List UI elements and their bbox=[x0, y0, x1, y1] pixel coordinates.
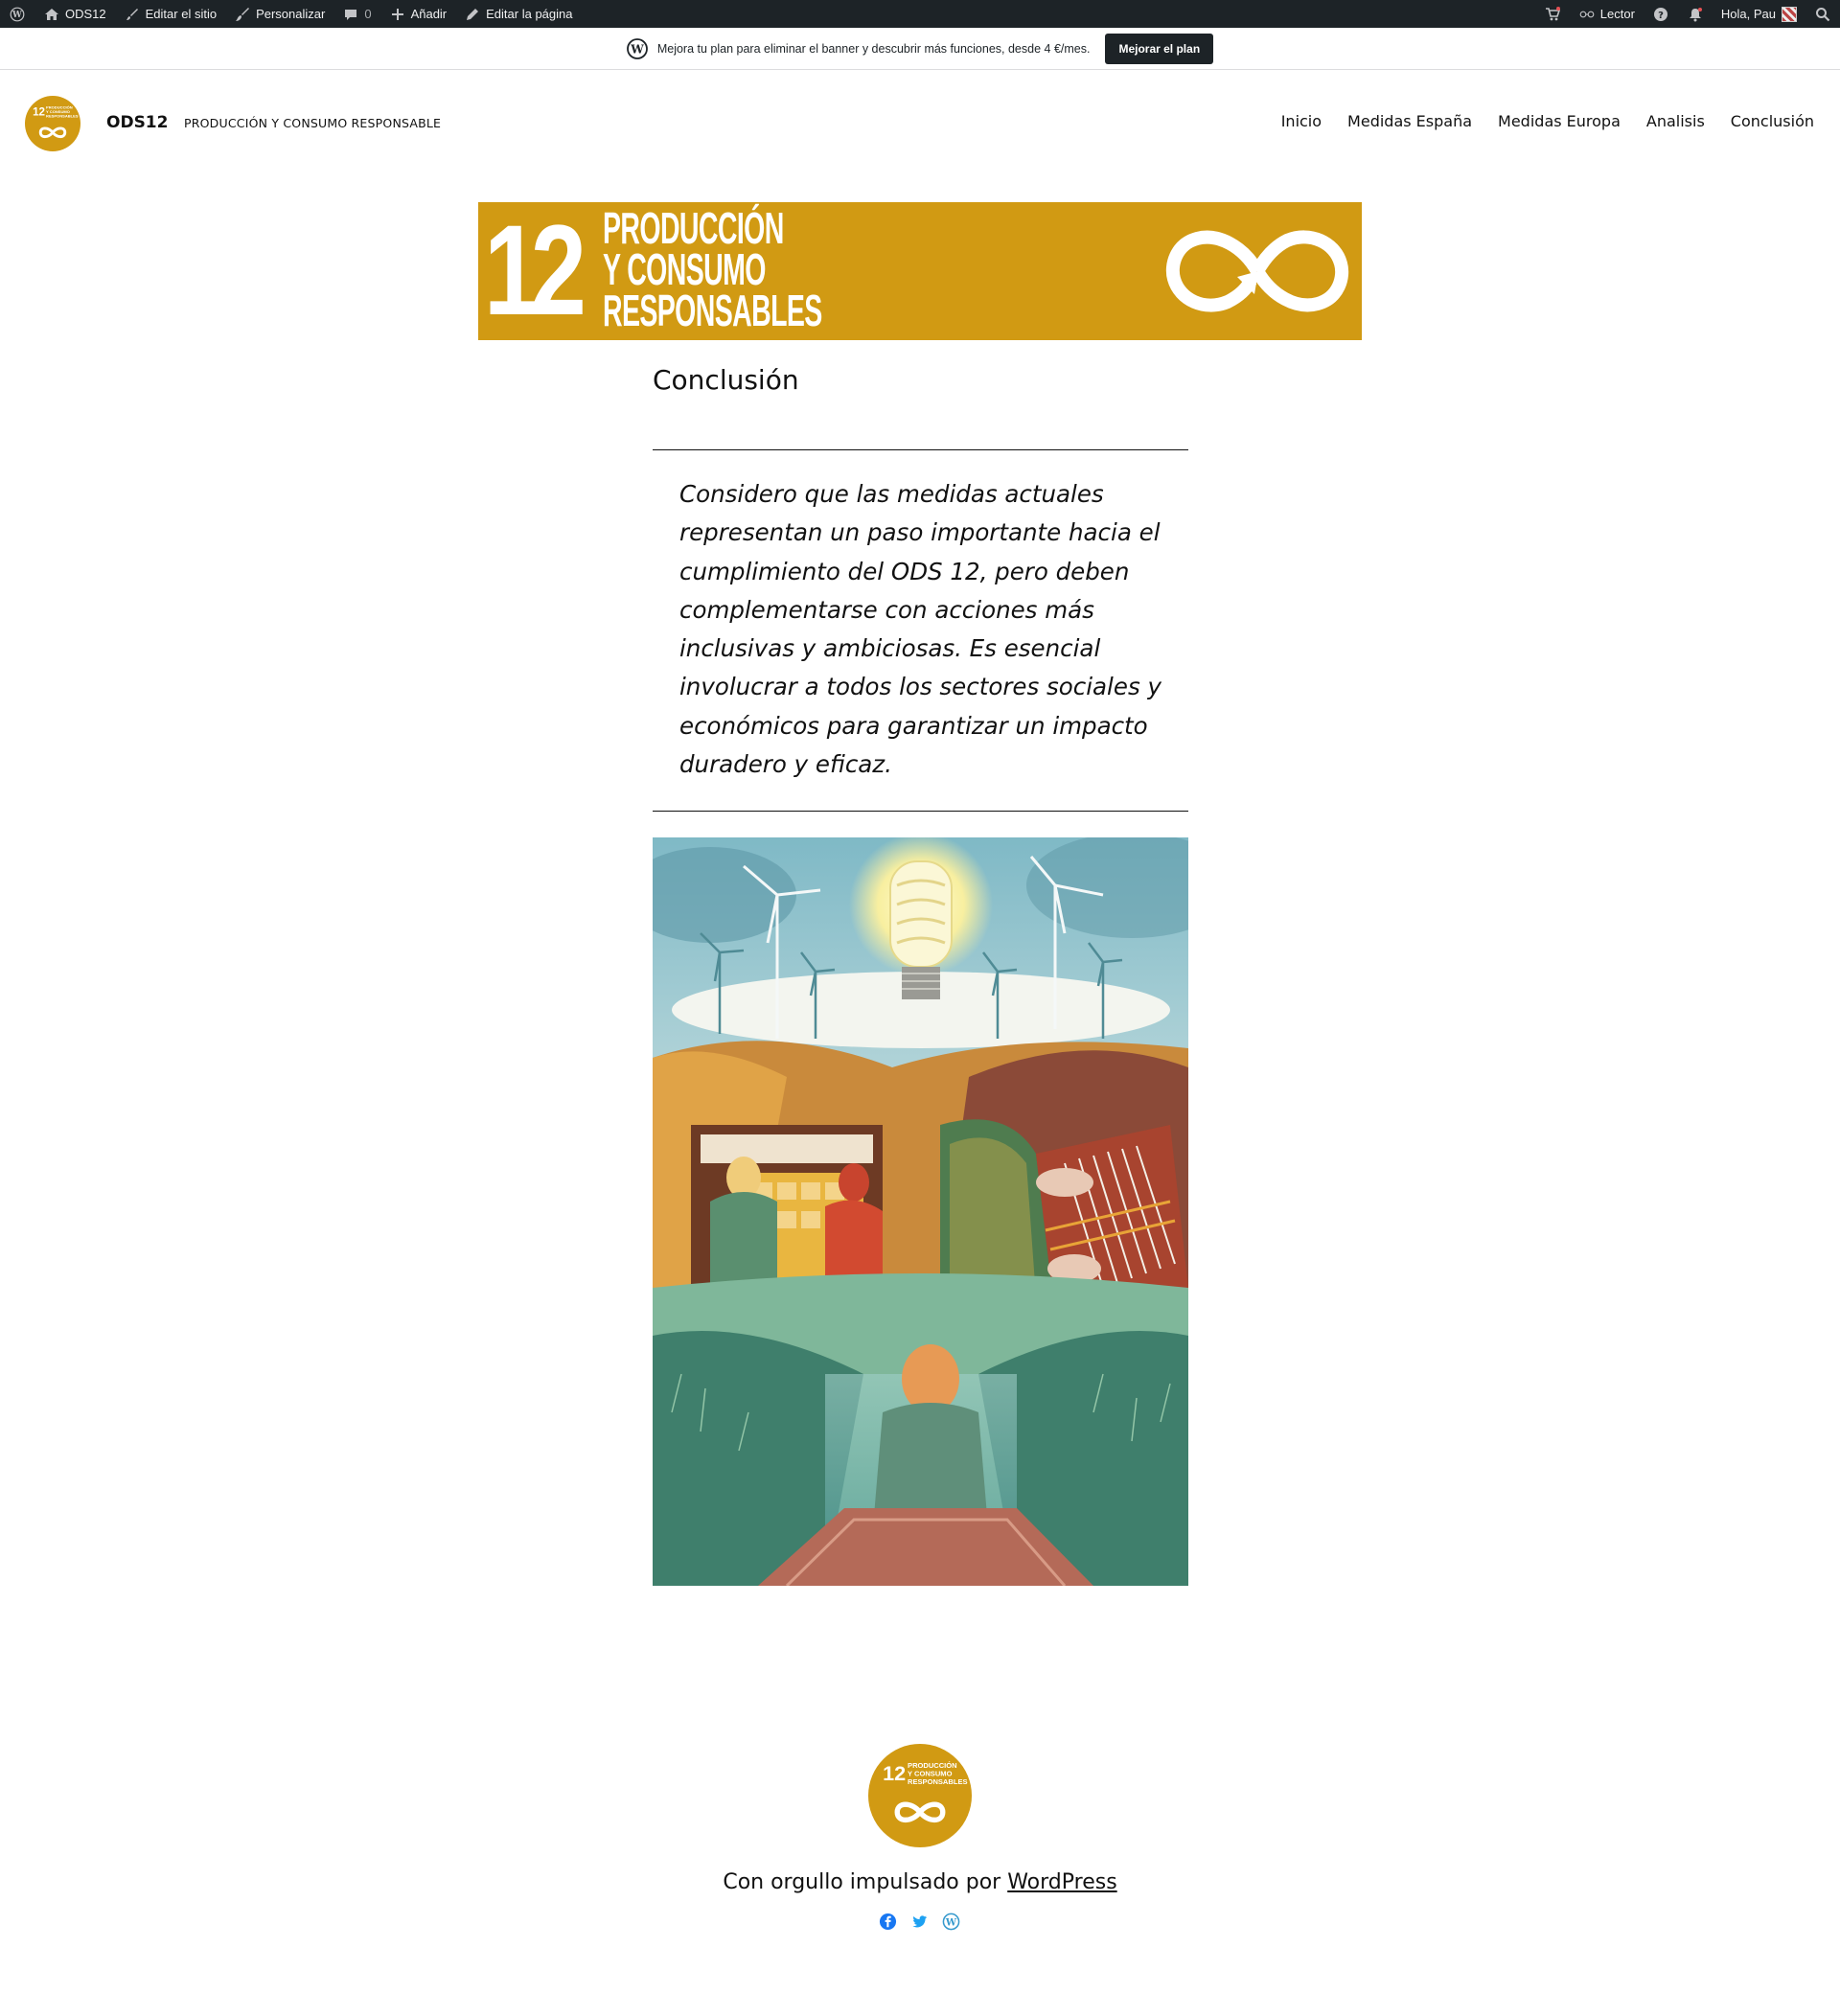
comments-count: 0 bbox=[364, 7, 372, 21]
home-icon bbox=[43, 6, 60, 23]
search-button[interactable] bbox=[1806, 0, 1840, 28]
banner-title: PRODUCCIÓN Y CONSUMO RESPONSABLES bbox=[603, 203, 822, 335]
reader-label: Lector bbox=[1599, 7, 1635, 21]
powered-by-text: Con orgullo impulsado por WordPress bbox=[0, 1870, 1840, 1894]
sdg12-banner-image: 12 PRODUCCIÓN Y CONSUMO RESPONSABLES bbox=[478, 202, 1362, 340]
help-icon: ? bbox=[1652, 6, 1669, 23]
cart-icon bbox=[1544, 6, 1561, 23]
edit-page-link[interactable]: Editar la página bbox=[455, 0, 581, 28]
logo-number: 12 bbox=[33, 105, 45, 118]
edit-site-link[interactable]: Editar el sitio bbox=[115, 0, 225, 28]
banner-line-2: Y CONSUMO bbox=[603, 244, 766, 294]
bell-icon bbox=[1687, 6, 1704, 23]
nav-item-inicio[interactable]: Inicio bbox=[1281, 112, 1322, 130]
edit-page-label: Editar la página bbox=[486, 7, 573, 21]
comments-link[interactable]: 0 bbox=[334, 0, 380, 28]
main-navigation: Inicio Medidas España Medidas Europa Ana… bbox=[1281, 112, 1814, 130]
wordpress-icon: W bbox=[9, 6, 26, 23]
reader-link[interactable]: Lector bbox=[1570, 0, 1644, 28]
wordpress-icon[interactable]: W bbox=[942, 1913, 960, 1931]
upgrade-banner: W Mejora tu plan para eliminar el banner… bbox=[0, 28, 1840, 70]
comment-icon bbox=[342, 6, 359, 23]
sustainability-illustration bbox=[653, 837, 1188, 1586]
page-title: Conclusión bbox=[653, 364, 799, 396]
nav-item-conclusion[interactable]: Conclusión bbox=[1731, 112, 1814, 130]
brush-icon bbox=[124, 6, 141, 23]
nav-item-analisis[interactable]: Analisis bbox=[1646, 112, 1705, 130]
glasses-icon bbox=[1578, 6, 1596, 23]
footer-logo-line-3: RESPONSABLES bbox=[908, 1777, 967, 1786]
conclusion-quote: Considero que las medidas actuales repre… bbox=[679, 480, 1162, 779]
add-new-link[interactable]: Añadir bbox=[380, 0, 456, 28]
site-logo[interactable]: 12 PRODUCCIÓN Y CONSUMO RESPONSABLES bbox=[25, 96, 80, 151]
footer-logo[interactable]: 12 PRODUCCIÓN Y CONSUMO RESPONSABLES bbox=[868, 1744, 972, 1847]
notifications-button[interactable] bbox=[1678, 0, 1713, 28]
svg-text:W: W bbox=[12, 11, 22, 20]
quote-bottom-separator bbox=[653, 811, 1188, 812]
wordpress-menu-button[interactable]: W bbox=[0, 0, 34, 28]
svg-text:W: W bbox=[630, 42, 644, 56]
powered-by-prefix: Con orgullo impulsado por bbox=[723, 1870, 1008, 1894]
greeting-label: Hola, Pau bbox=[1720, 7, 1776, 21]
site-name-label: ODS12 bbox=[65, 7, 106, 21]
cart-button[interactable] bbox=[1535, 0, 1570, 28]
site-header: 12 PRODUCCIÓN Y CONSUMO RESPONSABLES ODS… bbox=[0, 90, 1840, 157]
twitter-icon[interactable] bbox=[910, 1913, 929, 1931]
social-links: W bbox=[879, 1913, 960, 1931]
admin-bar: W ODS12 Editar el sitio Personalizar 0 A… bbox=[0, 0, 1840, 28]
avatar bbox=[1782, 6, 1797, 22]
upgrade-plan-button[interactable]: Mejorar el plan bbox=[1105, 33, 1214, 64]
wordpress-link[interactable]: WordPress bbox=[1007, 1870, 1116, 1894]
facebook-icon[interactable] bbox=[879, 1913, 897, 1931]
logo-line-3: RESPONSABLES bbox=[46, 114, 79, 119]
svg-text:?: ? bbox=[1658, 11, 1664, 21]
site-title[interactable]: ODS12 bbox=[106, 113, 168, 132]
site-name-link[interactable]: ODS12 bbox=[34, 0, 115, 28]
account-menu[interactable]: Hola, Pau bbox=[1713, 0, 1806, 28]
infinity-arrow-icon bbox=[1165, 230, 1349, 312]
svg-text:W: W bbox=[945, 1917, 957, 1928]
nav-item-medidas-espana[interactable]: Medidas España bbox=[1347, 112, 1472, 130]
banner-line-3: RESPONSABLES bbox=[603, 286, 822, 335]
add-new-label: Añadir bbox=[410, 7, 448, 21]
search-icon bbox=[1814, 6, 1831, 23]
paintbrush-icon bbox=[234, 6, 251, 23]
nav-item-medidas-europa[interactable]: Medidas Europa bbox=[1498, 112, 1621, 130]
banner-line-1: PRODUCCIÓN bbox=[603, 203, 784, 253]
help-button[interactable]: ? bbox=[1644, 0, 1678, 28]
customize-link[interactable]: Personalizar bbox=[225, 0, 334, 28]
wordpress-logo-icon: W bbox=[626, 37, 648, 59]
pencil-icon bbox=[464, 6, 481, 23]
banner-number: 12 bbox=[484, 202, 586, 340]
banner-text: Mejora tu plan para eliminar el banner y… bbox=[656, 41, 1091, 56]
quote-top-separator bbox=[653, 449, 1188, 450]
edit-site-label: Editar el sitio bbox=[145, 7, 218, 21]
footer-logo-number: 12 bbox=[883, 1761, 906, 1785]
plus-icon bbox=[389, 6, 406, 23]
site-tagline: PRODUCCIÓN Y CONSUMO RESPONSABLE bbox=[184, 116, 442, 130]
customize-label: Personalizar bbox=[256, 7, 326, 21]
